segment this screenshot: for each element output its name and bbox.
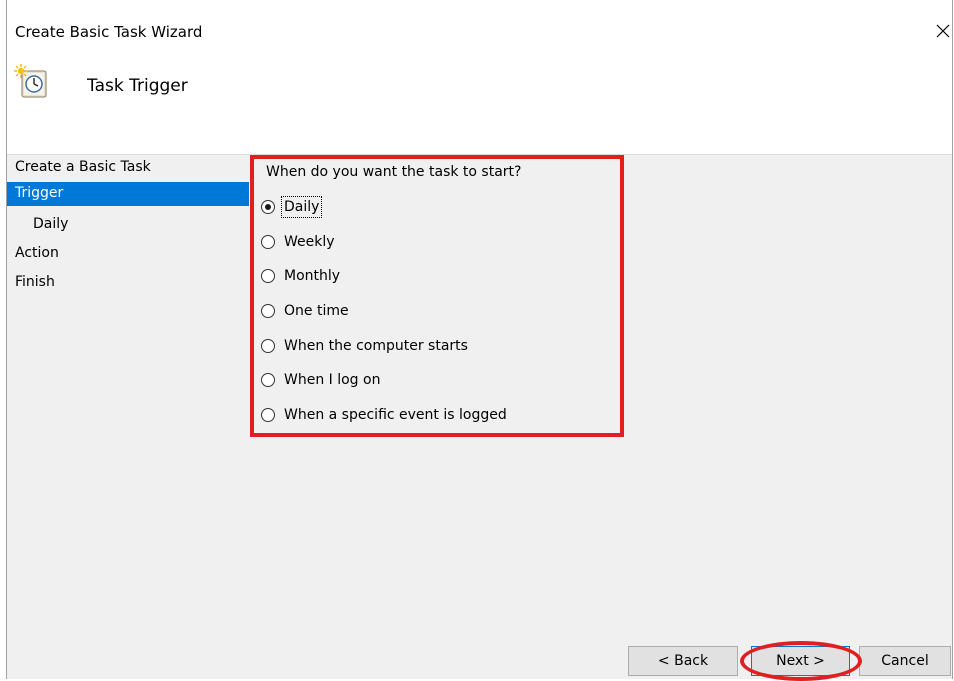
radio-monthly[interactable]: Monthly: [261, 264, 342, 288]
sidebar-item-trigger[interactable]: Trigger: [7, 182, 249, 206]
radio-button[interactable]: [261, 339, 275, 353]
sidebar-item-finish[interactable]: Finish: [7, 269, 249, 298]
page-title: Task Trigger: [87, 76, 188, 96]
scheduled-task-clock-icon: [14, 64, 47, 98]
cancel-button[interactable]: Cancel: [859, 646, 951, 676]
radio-button[interactable]: [261, 235, 275, 249]
radio-label[interactable]: When a specific event is logged: [282, 405, 509, 425]
wizard-header: [7, 52, 953, 155]
radio-button[interactable]: [261, 408, 275, 422]
radio-label[interactable]: When the computer starts: [282, 336, 470, 356]
radio-label[interactable]: Weekly: [282, 232, 337, 252]
radio-button[interactable]: [261, 373, 275, 387]
radio-label[interactable]: Daily: [280, 196, 323, 218]
sidebar-item-create-basic-task[interactable]: Create a Basic Task: [7, 157, 249, 182]
radio-event-logged[interactable]: When a specific event is logged: [261, 403, 509, 427]
title-bar: Create Basic Task Wizard: [0, 0, 954, 52]
window-title: Create Basic Task Wizard: [15, 23, 203, 41]
close-icon: [936, 24, 950, 38]
radio-button[interactable]: [261, 304, 275, 318]
trigger-options-panel: When do you want the task to start? Dail…: [252, 156, 624, 436]
sidebar-item-action[interactable]: Action: [7, 240, 249, 269]
radio-one-time[interactable]: One time: [261, 299, 351, 323]
trigger-question: When do you want the task to start?: [266, 164, 522, 180]
radio-button[interactable]: [261, 269, 275, 283]
wizard-steps-sidebar: Create a Basic Task Trigger Daily Action…: [7, 157, 249, 298]
radio-label[interactable]: When I log on: [282, 370, 382, 390]
radio-button[interactable]: [261, 200, 275, 214]
close-button[interactable]: [932, 18, 954, 44]
back-button[interactable]: < Back: [628, 646, 738, 676]
radio-computer-starts[interactable]: When the computer starts: [261, 334, 470, 358]
radio-label[interactable]: Monthly: [282, 266, 342, 286]
next-button[interactable]: Next >: [751, 646, 850, 676]
sidebar-item-daily[interactable]: Daily: [7, 211, 249, 240]
radio-weekly[interactable]: Weekly: [261, 230, 337, 254]
radio-daily[interactable]: Daily: [261, 195, 323, 219]
radio-label[interactable]: One time: [282, 301, 351, 321]
radio-log-on[interactable]: When I log on: [261, 368, 382, 392]
